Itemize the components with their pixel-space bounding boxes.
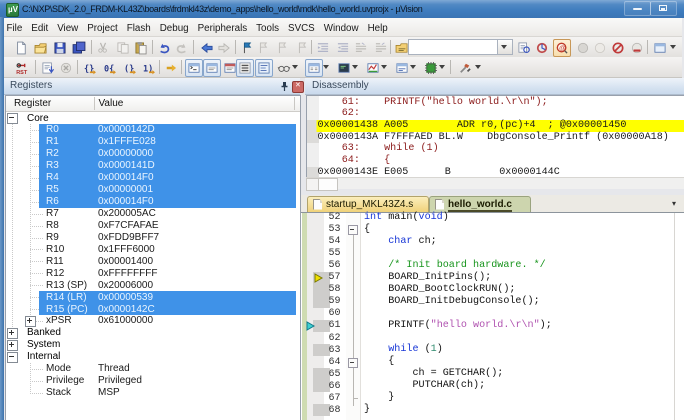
svg-text:RST: RST [16, 70, 28, 75]
